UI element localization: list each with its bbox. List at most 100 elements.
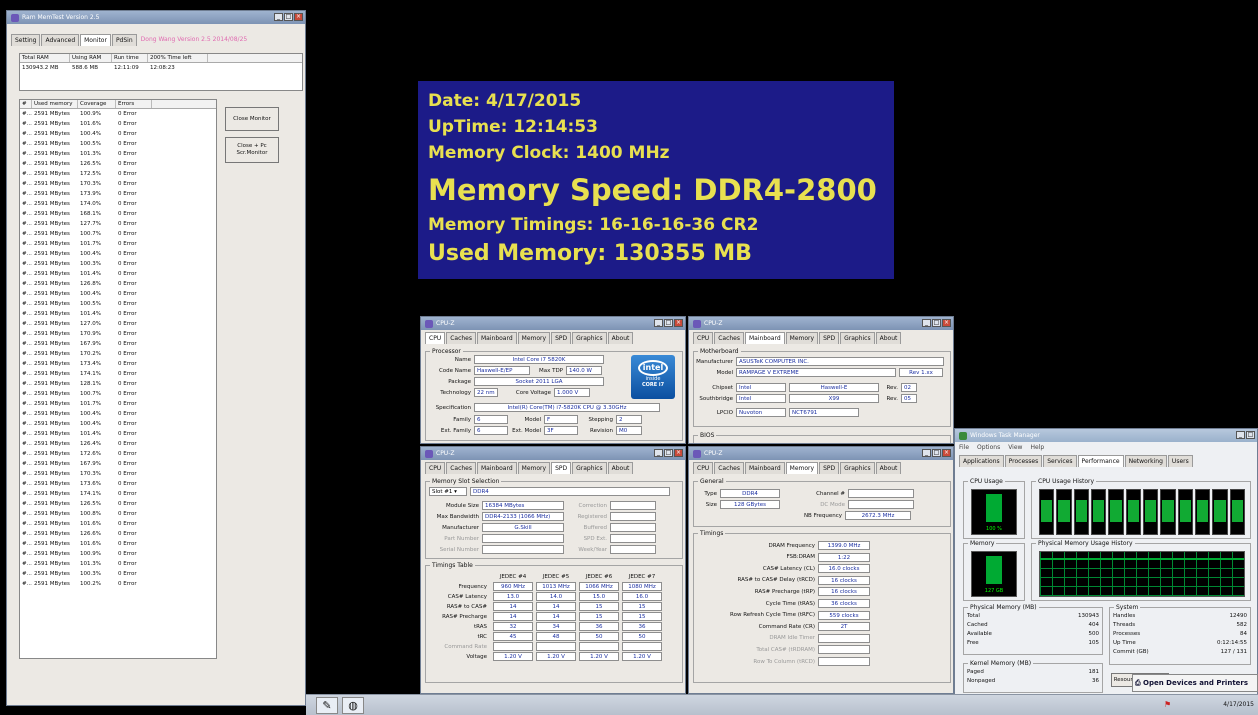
list-item[interactable]: #... 2591 MBytes 100.2% 0 Error	[20, 579, 216, 589]
list-item[interactable]: #... 2591 MBytes 100.5% 0 Error	[20, 299, 216, 309]
maximize-button[interactable]: □	[932, 319, 941, 327]
list-item[interactable]: #... 2591 MBytes 101.4% 0 Error	[20, 269, 216, 279]
tab-graphics[interactable]: Graphics	[572, 462, 607, 474]
list-item[interactable]: #... 2591 MBytes 126.5% 0 Error	[20, 499, 216, 509]
close-button[interactable]: ×	[674, 319, 683, 327]
list-item[interactable]: #... 2591 MBytes 170.9% 0 Error	[20, 329, 216, 339]
tab-cpu[interactable]: CPU	[693, 332, 714, 344]
tab-caches[interactable]: Caches	[714, 462, 744, 474]
col-header[interactable]: Errors	[116, 100, 152, 108]
list-item[interactable]: #... 2591 MBytes 170.3% 0 Error	[20, 469, 216, 479]
close-monitor-button[interactable]: Close Monitor	[225, 107, 279, 131]
menu-file[interactable]: File	[959, 444, 969, 451]
tab-applications[interactable]: Applications	[959, 455, 1004, 467]
tab-pdsin[interactable]: PdSin	[111, 34, 137, 46]
tab-graphics[interactable]: Graphics	[840, 462, 875, 474]
tab-caches[interactable]: Caches	[446, 332, 476, 344]
list-item[interactable]: #... 2591 MBytes 101.7% 0 Error	[20, 239, 216, 249]
list-item[interactable]: #... 2591 MBytes 167.9% 0 Error	[20, 459, 216, 469]
menu-help[interactable]: Help	[1030, 444, 1044, 451]
col-header[interactable]: Used memory	[32, 100, 78, 108]
tab-about[interactable]: About	[607, 462, 634, 474]
cpuz-titlebar[interactable]: CPU-Z	[421, 447, 685, 460]
tab-graphics[interactable]: Graphics	[840, 332, 875, 344]
tab-mainboard[interactable]: Mainboard	[477, 332, 517, 344]
tab-advanced[interactable]: Advanced	[41, 34, 80, 46]
list-item[interactable]: #... 2591 MBytes 101.4% 0 Error	[20, 309, 216, 319]
maximize-button[interactable]: □	[664, 319, 673, 327]
tab-cpu[interactable]: CPU	[425, 332, 446, 344]
list-item[interactable]: #... 2591 MBytes 126.6% 0 Error	[20, 529, 216, 539]
col-header[interactable]: Coverage	[78, 100, 116, 108]
close-pc-monitor-button[interactable]: Close + Pc Scr.Monitor	[225, 137, 279, 163]
tab-memory[interactable]: Memory	[517, 462, 551, 474]
list-item[interactable]: #... 2591 MBytes 101.4% 0 Error	[20, 429, 216, 439]
list-item[interactable]: #... 2591 MBytes 100.5% 0 Error	[20, 139, 216, 149]
list-item[interactable]: #... 2591 MBytes 173.4% 0 Error	[20, 359, 216, 369]
tab-memory[interactable]: Memory	[517, 332, 551, 344]
list-item[interactable]: #... 2591 MBytes 127.0% 0 Error	[20, 319, 216, 329]
memtest-titlebar[interactable]: Ram MemTest Version 2.5	[7, 11, 305, 24]
tab-networking[interactable]: Networking	[1124, 455, 1167, 467]
list-item[interactable]: #... 2591 MBytes 173.9% 0 Error	[20, 189, 216, 199]
minimize-button[interactable]: _	[654, 319, 663, 327]
list-item[interactable]: #... 2591 MBytes 100.4% 0 Error	[20, 409, 216, 419]
tab-cpu[interactable]: CPU	[425, 462, 446, 474]
list-item[interactable]: #... 2591 MBytes 172.5% 0 Error	[20, 169, 216, 179]
tab-spd[interactable]: SPD	[551, 462, 572, 474]
maximize-button[interactable]: □	[284, 13, 293, 21]
maximize-button[interactable]: □	[664, 449, 673, 457]
tab-about[interactable]: About	[607, 332, 634, 344]
list-item[interactable]: #... 2591 MBytes 100.4% 0 Error	[20, 249, 216, 259]
list-item[interactable]: #... 2591 MBytes 101.6% 0 Error	[20, 539, 216, 549]
list-item[interactable]: #... 2591 MBytes 170.3% 0 Error	[20, 179, 216, 189]
tab-monitor[interactable]: Monitor	[80, 34, 111, 46]
menu-options[interactable]: Options	[977, 444, 1000, 451]
tray-clock[interactable]: 4/17/2015	[1223, 701, 1254, 708]
tab-processes[interactable]: Processes	[1004, 455, 1043, 467]
taskbar-app-browser-icon[interactable]: ◍	[342, 697, 364, 714]
list-item[interactable]: #... 2591 MBytes 170.2% 0 Error	[20, 349, 216, 359]
tab-memory[interactable]: Memory	[785, 332, 819, 344]
tab-spd[interactable]: SPD	[551, 332, 572, 344]
list-item[interactable]: #... 2591 MBytes 100.3% 0 Error	[20, 259, 216, 269]
cpuz-titlebar[interactable]: CPU-Z	[689, 317, 953, 330]
list-item[interactable]: #... 2591 MBytes 126.8% 0 Error	[20, 279, 216, 289]
tab-performance[interactable]: Performance	[1077, 455, 1124, 467]
list-item[interactable]: #... 2591 MBytes 101.3% 0 Error	[20, 559, 216, 569]
list-item[interactable]: #... 2591 MBytes 100.7% 0 Error	[20, 389, 216, 399]
tab-cpu[interactable]: CPU	[693, 462, 714, 474]
list-item[interactable]: #... 2591 MBytes 126.4% 0 Error	[20, 439, 216, 449]
list-item[interactable]: #... 2591 MBytes 101.6% 0 Error	[20, 519, 216, 529]
maximize-button[interactable]: □	[932, 449, 941, 457]
list-item[interactable]: #... 2591 MBytes 172.6% 0 Error	[20, 449, 216, 459]
minimize-button[interactable]: _	[922, 319, 931, 327]
tab-services[interactable]: Services	[1043, 455, 1077, 467]
list-item[interactable]: #... 2591 MBytes 100.4% 0 Error	[20, 419, 216, 429]
list-item[interactable]: #... 2591 MBytes 100.7% 0 Error	[20, 229, 216, 239]
list-item[interactable]: #... 2591 MBytes 100.8% 0 Error	[20, 509, 216, 519]
tab-mainboard[interactable]: Mainboard	[745, 462, 785, 474]
slot-select[interactable]: Slot #1 ▾	[429, 487, 467, 496]
menu-view[interactable]: View	[1008, 444, 1022, 451]
close-button[interactable]: ×	[294, 13, 303, 21]
col-header[interactable]: #	[20, 100, 32, 108]
tab-caches[interactable]: Caches	[714, 332, 744, 344]
tab-about[interactable]: About	[875, 332, 902, 344]
tab-spd[interactable]: SPD	[819, 332, 840, 344]
tab-mainboard[interactable]: Mainboard	[745, 332, 785, 344]
tab-graphics[interactable]: Graphics	[572, 332, 607, 344]
list-item[interactable]: #... 2591 MBytes 168.1% 0 Error	[20, 209, 216, 219]
list-item[interactable]: #... 2591 MBytes 174.1% 0 Error	[20, 369, 216, 379]
tab-caches[interactable]: Caches	[446, 462, 476, 474]
list-item[interactable]: #... 2591 MBytes 127.7% 0 Error	[20, 219, 216, 229]
tab-mainboard[interactable]: Mainboard	[477, 462, 517, 474]
tab-memory[interactable]: Memory	[785, 462, 819, 474]
list-item[interactable]: #... 2591 MBytes 101.3% 0 Error	[20, 149, 216, 159]
list-item[interactable]: #... 2591 MBytes 101.6% 0 Error	[20, 119, 216, 129]
minimize-button[interactable]: _	[922, 449, 931, 457]
list-item[interactable]: #... 2591 MBytes 126.5% 0 Error	[20, 159, 216, 169]
taskbar-app-paint-icon[interactable]: ✎	[316, 697, 338, 714]
close-button[interactable]: ×	[942, 319, 951, 327]
close-button[interactable]: ×	[674, 449, 683, 457]
